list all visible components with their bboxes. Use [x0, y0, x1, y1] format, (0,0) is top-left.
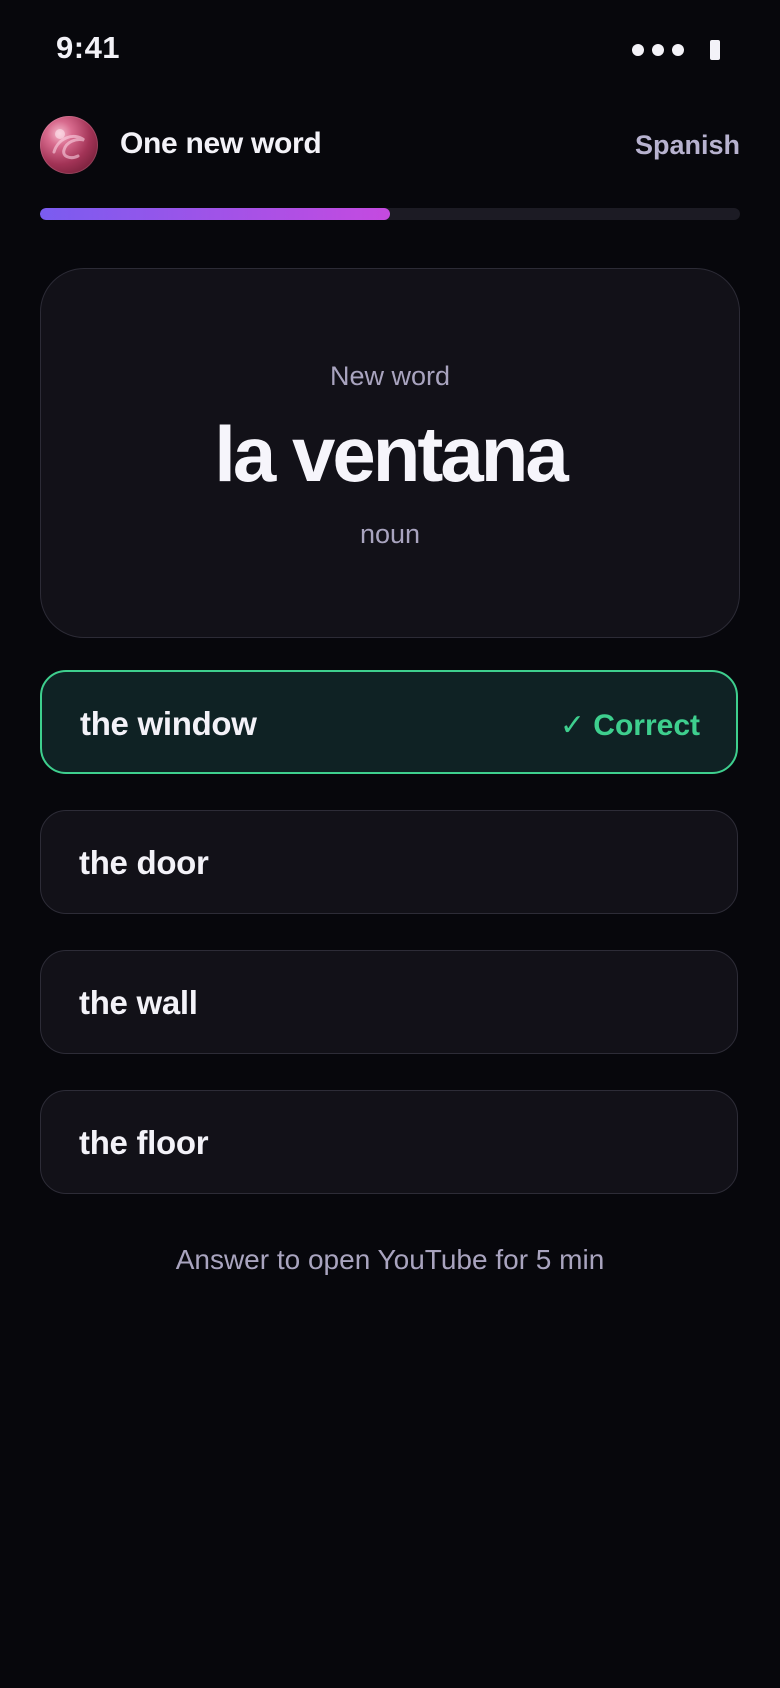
app-title: One new word — [120, 127, 322, 160]
progress-fill — [40, 208, 390, 220]
answer-option-label: the window — [80, 705, 257, 742]
correct-badge: ✓ Correct — [559, 709, 700, 742]
progress-bar — [40, 208, 740, 220]
answer-option-floor[interactable]: the floor — [40, 1090, 738, 1194]
battery-icon — [710, 40, 720, 60]
status-icons — [632, 40, 720, 60]
vocabulary-word: la ventana — [214, 410, 569, 498]
avatar[interactable] — [40, 116, 98, 174]
signal-dots-icon — [672, 44, 684, 56]
answer-option-wall[interactable]: the wall — [40, 950, 738, 1054]
status-time: 9:41 — [56, 30, 121, 65]
answer-option-label: the floor — [79, 1124, 209, 1161]
answer-option-label: the wall — [79, 984, 198, 1021]
signal-dots-icon — [652, 44, 664, 56]
footer-hint: Answer to open YouTube for 5 min — [175, 1244, 605, 1275]
header: One new word Spanish — [40, 116, 740, 176]
card-label: New word — [329, 361, 451, 391]
word-card: New word la ventana noun — [40, 268, 740, 638]
language-selector[interactable]: Spanish — [635, 130, 740, 161]
answer-option-window[interactable]: the window ✓ Correct — [40, 670, 738, 774]
answer-option-label: the door — [79, 844, 209, 881]
signal-dots-icon — [632, 44, 644, 56]
part-of-speech: noun — [359, 519, 421, 549]
avatar-orb-icon — [52, 129, 85, 160]
status-bar: 9:41 — [0, 0, 780, 100]
answer-option-door[interactable]: the door — [40, 810, 738, 914]
